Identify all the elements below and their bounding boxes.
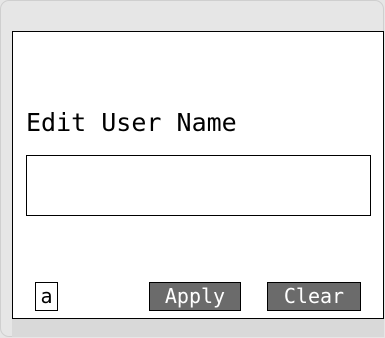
apply-button[interactable]: Apply — [149, 282, 241, 311]
dialog-title: Edit User Name — [26, 108, 237, 137]
user-name-input[interactable] — [26, 155, 371, 216]
clear-button[interactable]: Clear — [267, 282, 361, 311]
keyboard-mode-indicator[interactable]: a — [35, 282, 58, 311]
edit-user-name-dialog: Edit User Name a Apply Clear — [12, 31, 384, 319]
bottom-bar — [12, 319, 384, 337]
